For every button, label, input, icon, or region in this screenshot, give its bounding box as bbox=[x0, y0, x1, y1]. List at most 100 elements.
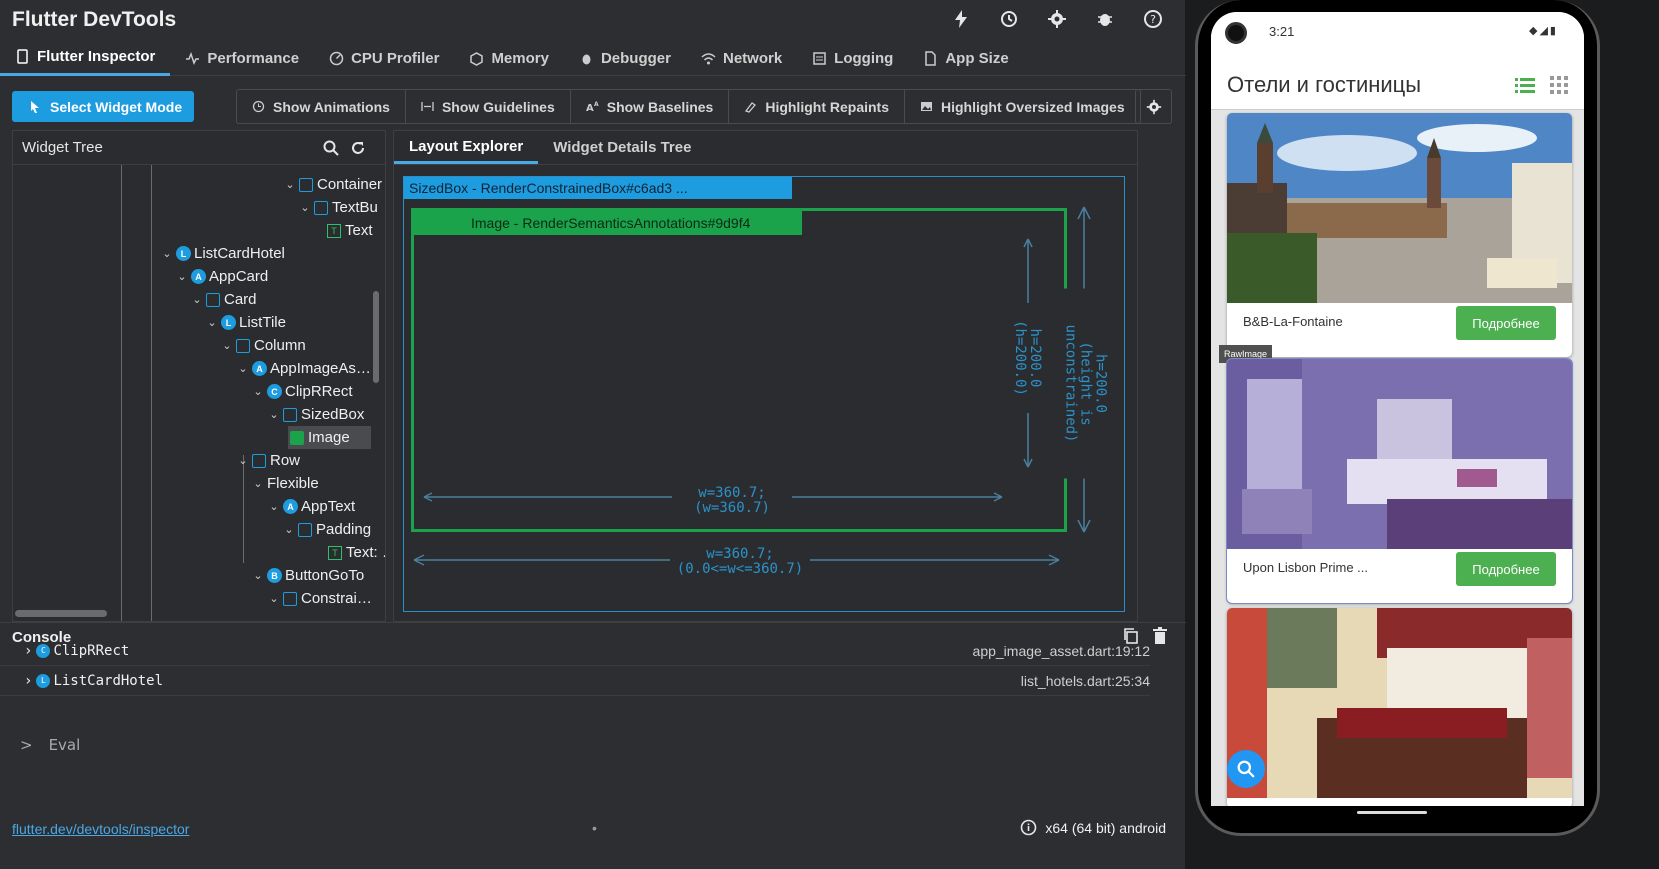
eval-placeholder: Eval bbox=[48, 736, 81, 754]
tree-node[interactable]: T Text: … bbox=[326, 541, 385, 564]
console-row-source[interactable]: app_image_asset.dart:19:12 bbox=[973, 643, 1150, 659]
tree-vertical-scrollbar[interactable] bbox=[373, 291, 379, 383]
tab-layout-explorer[interactable]: Layout Explorer bbox=[394, 131, 539, 164]
chevron-down-icon[interactable]: ⌄ bbox=[251, 477, 265, 490]
tree-node[interactable]: ⌄ Column bbox=[220, 334, 305, 357]
show-guidelines-toggle[interactable]: Show Guidelines bbox=[406, 90, 571, 123]
chevron-down-icon[interactable]: ⌄ bbox=[236, 454, 250, 467]
toggle-label: Highlight Oversized Images bbox=[941, 98, 1125, 115]
tree-node[interactable]: ⌄ Container bbox=[283, 173, 382, 196]
hotel-card[interactable] bbox=[1227, 608, 1572, 806]
chevron-down-icon[interactable]: ⌄ bbox=[282, 523, 296, 536]
tab-logging[interactable]: Logging bbox=[797, 40, 908, 76]
tab-widget-details-tree[interactable]: Widget Details Tree bbox=[538, 131, 706, 164]
chevron-down-icon[interactable]: ⌄ bbox=[251, 569, 265, 582]
tab-app-size[interactable]: App Size bbox=[908, 40, 1023, 76]
chevron-right-icon: › bbox=[24, 672, 33, 689]
tree-node[interactable]: ⌄ B ButtonGoTo bbox=[251, 564, 364, 587]
tree-node[interactable]: ⌄ A AppImageAs… bbox=[236, 357, 371, 380]
list-view-icon[interactable] bbox=[1515, 76, 1537, 94]
hotel-card[interactable]: Upon Lisbon Prime ... Подробнее bbox=[1226, 358, 1573, 604]
tree-node[interactable]: ⌄ TextBu bbox=[298, 196, 378, 219]
chevron-down-icon[interactable]: ⌄ bbox=[175, 270, 189, 283]
hotel-name: Upon Lisbon Prime ... bbox=[1243, 560, 1369, 575]
tree-node[interactable]: ⌄ Flexible bbox=[251, 472, 318, 495]
show-animations-toggle[interactable]: Show Animations bbox=[237, 90, 406, 123]
console-row[interactable]: › C ClipRRect app_image_asset.dart:19:12 bbox=[0, 636, 1150, 666]
lightning-icon[interactable] bbox=[948, 6, 974, 32]
console-row-source[interactable]: list_hotels.dart:25:34 bbox=[1021, 673, 1150, 689]
help-icon[interactable]: ? bbox=[1140, 6, 1166, 32]
main-tab-bar: Flutter Inspector Performance CPU Profil… bbox=[0, 40, 1186, 76]
inspector-docs-link[interactable]: flutter.dev/devtools/inspector bbox=[12, 821, 189, 837]
tree-node-label: AppText bbox=[301, 498, 356, 515]
tree-node[interactable]: ⌄ L ListCardHotel bbox=[160, 242, 284, 265]
inspector-settings-button[interactable] bbox=[1135, 89, 1172, 124]
hotel-card[interactable]: B&B-La-Fontaine Подробнее bbox=[1227, 113, 1572, 357]
widget-tree-header: Widget Tree bbox=[13, 131, 385, 165]
console-row-label: ListCardHotel bbox=[53, 672, 164, 689]
bug-report-icon[interactable] bbox=[1092, 6, 1118, 32]
tree-node[interactable]: ⌄ Padding bbox=[282, 518, 371, 541]
tree-node[interactable]: ⌄ A AppText bbox=[267, 495, 355, 518]
chevron-down-icon[interactable]: ⌄ bbox=[283, 178, 297, 191]
home-indicator[interactable] bbox=[1357, 811, 1427, 814]
sizedbox-layout-box[interactable]: SizedBox - RenderConstrainedBox#c6ad3 ..… bbox=[403, 176, 1125, 612]
tree-node[interactable]: Image bbox=[288, 426, 371, 449]
card-widget-icon bbox=[206, 292, 220, 307]
tab-flutter-inspector[interactable]: Flutter Inspector bbox=[0, 40, 171, 76]
eval-input[interactable]: > Eval bbox=[20, 736, 80, 754]
chevron-down-icon[interactable]: ⌄ bbox=[298, 201, 312, 214]
select-widget-mode-button[interactable]: Select Widget Mode bbox=[12, 91, 194, 122]
highlight-oversized-images-toggle[interactable]: Highlight Oversized Images bbox=[905, 90, 1140, 123]
tree-node-label: ListTile bbox=[239, 314, 286, 331]
svg-text:?: ? bbox=[1150, 13, 1156, 26]
tree-node[interactable]: ⌄ A AppCard bbox=[175, 265, 268, 288]
tree-node[interactable]: T Text bbox=[325, 219, 373, 242]
widget-badge-icon: L bbox=[221, 315, 236, 330]
console-row[interactable]: › L ListCardHotel list_hotels.dart:25:34 bbox=[0, 666, 1150, 696]
history-icon[interactable] bbox=[996, 6, 1022, 32]
details-button[interactable]: Подробнее bbox=[1456, 306, 1556, 340]
guidelines-icon bbox=[421, 102, 434, 111]
chevron-down-icon[interactable]: ⌄ bbox=[205, 316, 219, 329]
tree-node[interactable]: ⌄ Constrai… bbox=[267, 587, 372, 610]
chevron-down-icon[interactable]: ⌄ bbox=[160, 247, 174, 260]
widget-badge-icon: C bbox=[267, 384, 282, 399]
delete-icon[interactable] bbox=[1152, 627, 1168, 650]
search-icon[interactable] bbox=[320, 137, 342, 159]
show-baselines-toggle[interactable]: A A Show Baselines bbox=[571, 90, 730, 123]
tree-node-label: Constrai… bbox=[301, 590, 372, 607]
clock-icon bbox=[252, 100, 265, 113]
chevron-down-icon[interactable]: ⌄ bbox=[267, 500, 281, 513]
refresh-icon[interactable] bbox=[347, 137, 369, 159]
tab-debugger[interactable]: Debugger bbox=[564, 40, 686, 76]
chevron-down-icon[interactable]: ⌄ bbox=[236, 362, 250, 375]
phone-app-title: Отели и гостиницы bbox=[1227, 72, 1422, 97]
tree-node[interactable]: ⌄ Row bbox=[236, 449, 300, 472]
tree-node[interactable]: ⌄ SizedBox bbox=[267, 403, 364, 426]
details-button[interactable]: Подробнее bbox=[1456, 552, 1556, 586]
chevron-down-icon[interactable]: ⌄ bbox=[267, 408, 281, 421]
gear-icon[interactable] bbox=[1044, 6, 1070, 32]
chevron-down-icon[interactable]: ⌄ bbox=[267, 592, 281, 605]
search-fab[interactable] bbox=[1227, 750, 1265, 788]
highlight-repaints-toggle[interactable]: Highlight Repaints bbox=[729, 90, 905, 123]
grid-view-icon[interactable] bbox=[1549, 75, 1569, 95]
chevron-down-icon[interactable]: ⌄ bbox=[190, 293, 204, 306]
phone-icon bbox=[17, 49, 28, 64]
tab-network[interactable]: Network bbox=[686, 40, 797, 76]
bug-icon bbox=[582, 54, 591, 64]
tree-node[interactable]: ⌄ Card bbox=[190, 288, 256, 311]
tree-node-label: TextBu bbox=[332, 199, 378, 216]
tree-node[interactable]: ⌄ C ClipRRect bbox=[251, 380, 352, 403]
chevron-down-icon[interactable]: ⌄ bbox=[220, 339, 234, 352]
hotel-photo bbox=[1227, 113, 1572, 303]
chevron-down-icon[interactable]: ⌄ bbox=[251, 385, 265, 398]
tree-horizontal-scrollbar[interactable] bbox=[15, 610, 107, 617]
info-icon bbox=[1021, 819, 1037, 836]
tab-performance[interactable]: Performance bbox=[170, 40, 314, 76]
tab-cpu-profiler[interactable]: CPU Profiler bbox=[314, 40, 454, 76]
tab-memory[interactable]: Memory bbox=[454, 40, 564, 76]
tree-node[interactable]: ⌄ L ListTile bbox=[205, 311, 286, 334]
